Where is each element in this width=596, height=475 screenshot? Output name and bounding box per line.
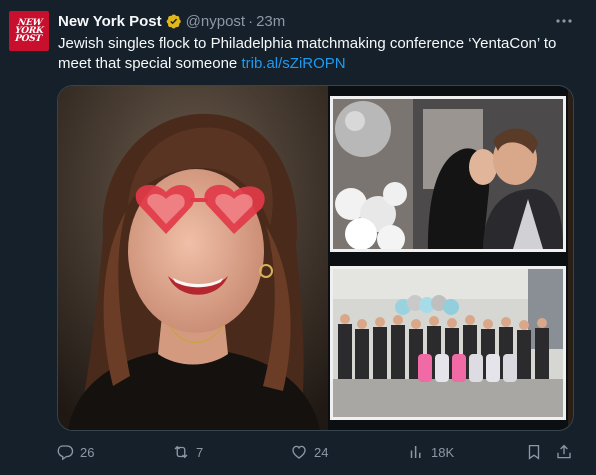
- share-button[interactable]: [555, 440, 573, 464]
- author-name[interactable]: New York Post: [58, 13, 162, 30]
- timestamp[interactable]: 23m: [256, 13, 285, 30]
- media-grid[interactable]: [57, 85, 574, 431]
- heart-icon: [292, 445, 306, 459]
- repost-icon: [174, 445, 188, 459]
- photo-couple-kissing[interactable]: [330, 96, 566, 252]
- author-handle[interactable]: @nypost: [186, 13, 245, 30]
- separator: ·: [248, 12, 254, 30]
- photo-woman-heart-glasses[interactable]: [58, 86, 328, 430]
- bookmark-button[interactable]: [525, 440, 543, 464]
- views-chart-icon: [410, 446, 421, 458]
- like-button[interactable]: 24: [290, 440, 328, 464]
- view-count: 18K: [431, 444, 455, 460]
- photo-group-yentacon[interactable]: [330, 266, 566, 420]
- avatar-logo-text: NEW YORK POST: [14, 18, 44, 44]
- reply-icon: [57, 445, 74, 461]
- verified-badge-icon[interactable]: [165, 13, 182, 30]
- like-count: 24: [314, 444, 329, 460]
- share-icon: [557, 444, 571, 459]
- reply-button[interactable]: 26: [56, 440, 94, 464]
- tweet-link[interactable]: trib.al/sZiROPN: [241, 55, 345, 72]
- repost-button[interactable]: 7: [172, 440, 203, 464]
- tweet-header: New York Post @nypost · 23m: [58, 11, 285, 31]
- avatar[interactable]: NEW YORK POST: [9, 11, 49, 51]
- bookmark-icon: [528, 444, 540, 460]
- tweet-text: Jewish singles flock to Philadelphia mat…: [58, 34, 588, 74]
- views-button[interactable]: 18K: [407, 440, 454, 464]
- media-edge: [568, 86, 573, 430]
- repost-count: 7: [196, 444, 204, 460]
- more-options-icon[interactable]: [552, 12, 576, 30]
- tweet[interactable]: NEW YORK POST New York Post @nypost · 23…: [0, 0, 596, 475]
- action-bar: 26 7 24 18K: [0, 440, 596, 464]
- reply-count: 26: [80, 444, 95, 460]
